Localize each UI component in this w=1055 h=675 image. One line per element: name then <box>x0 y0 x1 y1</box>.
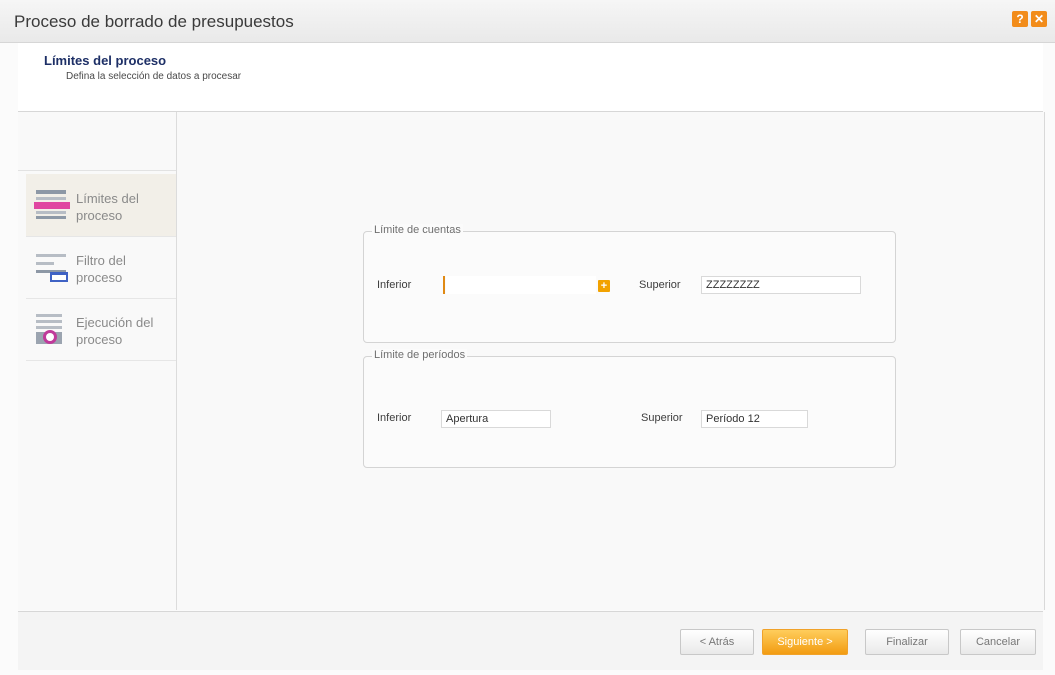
plus-icon[interactable]: + <box>598 280 610 292</box>
wizard-header: Límites del proceso Defina la selección … <box>18 43 1043 112</box>
step-filter[interactable]: Filtro del proceso <box>26 236 176 299</box>
filter-icon <box>34 250 70 284</box>
periods-legend: Límite de períodos <box>372 349 468 361</box>
process-window: Proceso de borrado de presupuestos ? ✕ L… <box>0 0 1055 675</box>
accounts-superior-input[interactable]: ZZZZZZZZ <box>701 276 861 294</box>
periods-limit-group: Límite de períodos Inferior Apertura Sup… <box>363 349 896 468</box>
accounts-inferior-label: Inferior <box>377 279 412 291</box>
accounts-limit-group: Límite de cuentas Inferior + Superior ZZ… <box>363 224 896 343</box>
accounts-superior-label: Superior <box>639 279 681 291</box>
next-button[interactable]: Siguiente > <box>762 629 848 655</box>
periods-inferior-input[interactable]: Apertura <box>441 410 551 428</box>
page-subtitle: Defina la selección de datos a procesar <box>66 71 242 82</box>
accounts-legend: Límite de cuentas <box>372 224 463 236</box>
step-limits[interactable]: Límites del proceso <box>26 174 176 237</box>
periods-superior-label: Superior <box>641 412 683 424</box>
cancel-button[interactable]: Cancelar <box>960 629 1036 655</box>
periods-superior-input[interactable]: Período 12 <box>701 410 808 428</box>
back-button[interactable]: < Atrás <box>680 629 754 655</box>
periods-inferior-label: Inferior <box>377 412 412 424</box>
sidebar-spacer <box>18 112 176 171</box>
window-title: Proceso de borrado de presupuestos <box>14 12 294 31</box>
finish-button[interactable]: Finalizar <box>865 629 949 655</box>
page-title: Límites del proceso <box>44 53 167 68</box>
limits-icon <box>34 188 70 222</box>
step-label: Filtro del proceso <box>76 253 126 285</box>
step-label: Ejecución del proceso <box>76 315 154 347</box>
steps-sidebar: Límites del proceso Filtro del proceso E… <box>18 112 177 610</box>
wizard-footer: < Atrás Siguiente > Finalizar Cancelar <box>18 611 1043 670</box>
accounts-inferior-input[interactable] <box>446 276 596 294</box>
step-label: Límites del proceso <box>76 191 139 223</box>
step-execution[interactable]: Ejecución del proceso <box>26 298 176 361</box>
close-icon[interactable]: ✕ <box>1031 11 1047 27</box>
help-icon[interactable]: ? <box>1012 11 1028 27</box>
text-cursor <box>443 276 445 294</box>
title-bar: Proceso de borrado de presupuestos ? ✕ <box>0 0 1055 43</box>
execution-icon <box>34 312 70 346</box>
